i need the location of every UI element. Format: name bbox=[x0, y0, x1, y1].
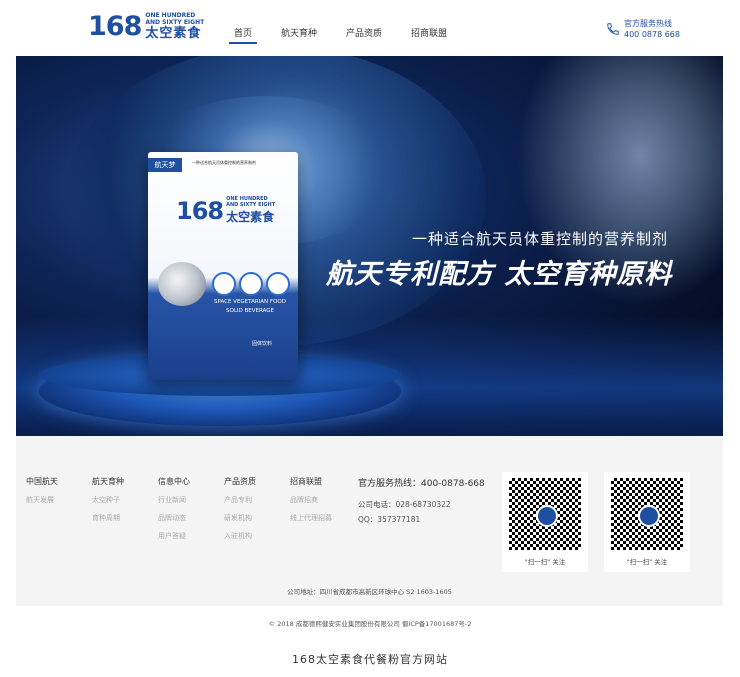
banner-subheadline: 一种适合航天员体重控制的营养制剂 bbox=[412, 230, 669, 248]
pack-logo-number: 168 bbox=[176, 196, 224, 225]
badge-icon bbox=[212, 272, 236, 296]
footer-column-space: 中国航天 航天发展 bbox=[26, 477, 58, 505]
site-header: 168 ONE HUNDRED AND SIXTY EIGHT 太空素食 首页 … bbox=[16, 0, 723, 56]
footer-column-franchise: 招商联盟 品牌招商 线上代理招募 bbox=[290, 477, 332, 523]
footer-link[interactable]: 用户答疑 bbox=[158, 531, 190, 541]
pack-logo-chinese: 太空素食 bbox=[226, 210, 275, 224]
copyright: © 2018 成都德熙健安实业集团股份有限公司 蜀ICP备17001687号-2 bbox=[268, 620, 472, 628]
nav-home[interactable]: 首页 bbox=[228, 26, 258, 44]
footer-column-breeding: 航天育种 太空种子 育种周期 bbox=[92, 477, 124, 523]
site-logo[interactable]: 168 ONE HUNDRED AND SIXTY EIGHT 太空素食 bbox=[88, 12, 204, 41]
nav-franchise[interactable]: 招商联盟 bbox=[411, 26, 447, 39]
main-nav: 首页 航天育种 产品资质 招商联盟 bbox=[228, 26, 476, 44]
badge-icon bbox=[266, 272, 290, 296]
qr-code-weibo[interactable]: "扫一扫" 关注 bbox=[604, 472, 690, 572]
badge-icon bbox=[239, 272, 263, 296]
footer-hotline: 官方服务热线：400-0878-668 bbox=[358, 479, 485, 489]
footer-phone: 公司电话：028-68730322 bbox=[358, 500, 451, 509]
pack-english-text: SPACE VEGETARIAN FOOD SOLID BEVERAGE bbox=[214, 299, 286, 314]
qr-label: "扫一扫" 关注 bbox=[524, 558, 566, 566]
logo-chinese: 太空素食 bbox=[145, 26, 202, 41]
phone-icon bbox=[607, 23, 619, 35]
nav-product-qualification[interactable]: 产品资质 bbox=[346, 26, 382, 39]
hero-banner[interactable]: 航天梦 一种适合航天员体重控制的营养制剂 168 ONE HUNDRED AND… bbox=[16, 56, 723, 436]
footer-link[interactable]: 品牌动态 bbox=[158, 513, 190, 523]
product-package-image: 航天梦 一种适合航天员体重控制的营养制剂 168 ONE HUNDRED AND… bbox=[148, 152, 298, 380]
qr-logo-icon bbox=[638, 505, 660, 527]
banner-headline: 航天专利配方 太空育种原料 bbox=[326, 259, 673, 290]
footer-link[interactable]: 入驻机构 bbox=[224, 531, 256, 541]
footer-link[interactable]: 研发机构 bbox=[224, 513, 256, 523]
footer-link[interactable]: 产品专利 bbox=[224, 495, 256, 505]
hotline-label: 官方服务热线 bbox=[624, 19, 672, 28]
footer-contact: 官方服务热线：400-0878-668 公司电话：028-68730322 QQ… bbox=[358, 476, 485, 525]
footer-column-qualification: 产品资质 产品专利 研发机构 入驻机构 bbox=[224, 477, 256, 541]
footer-column-news: 信息中心 行业新闻 品牌动态 用户答疑 bbox=[158, 477, 190, 541]
footer-link[interactable]: 品牌招商 bbox=[290, 495, 332, 505]
qr-label: "扫一扫" 关注 bbox=[626, 558, 668, 566]
logo-english-line1: ONE HUNDRED bbox=[145, 12, 196, 19]
footer-link[interactable]: 航天发展 bbox=[26, 495, 58, 505]
site-footer: 中国航天 航天发展 航天育种 太空种子 育种周期 信息中心 行业新闻 品牌动态 … bbox=[16, 436, 723, 606]
footer-link[interactable]: 行业新闻 bbox=[158, 495, 190, 505]
pack-tagline: 一种适合航天员体重控制的营养制剂 bbox=[192, 160, 256, 165]
image-caption: 168太空素食代餐粉官方网站 bbox=[292, 653, 448, 666]
pack-tag: 航天梦 bbox=[148, 158, 182, 172]
footer-link[interactable]: 太空种子 bbox=[92, 495, 124, 505]
hotline[interactable]: 官方服务热线 400 0878 668 bbox=[606, 18, 680, 40]
qr-logo-icon bbox=[536, 505, 558, 527]
pack-badges bbox=[212, 272, 293, 296]
footer-qq: QQ：357377181 bbox=[358, 515, 421, 524]
footer-link[interactable]: 育种周期 bbox=[92, 513, 124, 523]
pack-logo: 168 ONE HUNDRED AND SIXTY EIGHT 太空素食 bbox=[176, 196, 275, 225]
hotline-number: 400 0878 668 bbox=[624, 30, 680, 39]
pack-solid-beverage: 固体饮料 bbox=[252, 341, 273, 347]
footer-address: 公司地址：四川省成都市高新区环球中心 S2 1603-1605 bbox=[287, 588, 452, 596]
logo-english-line2: AND SIXTY EIGHT bbox=[145, 19, 205, 26]
footer-link[interactable]: 线上代理招募 bbox=[290, 513, 332, 523]
nav-space-breeding[interactable]: 航天育种 bbox=[281, 26, 317, 39]
logo-number: 168 bbox=[88, 10, 142, 42]
astronaut-icon bbox=[158, 262, 206, 306]
qr-code-wechat[interactable]: "扫一扫" 关注 bbox=[502, 472, 588, 572]
website-frame: 168 ONE HUNDRED AND SIXTY EIGHT 太空素食 首页 … bbox=[16, 0, 723, 606]
